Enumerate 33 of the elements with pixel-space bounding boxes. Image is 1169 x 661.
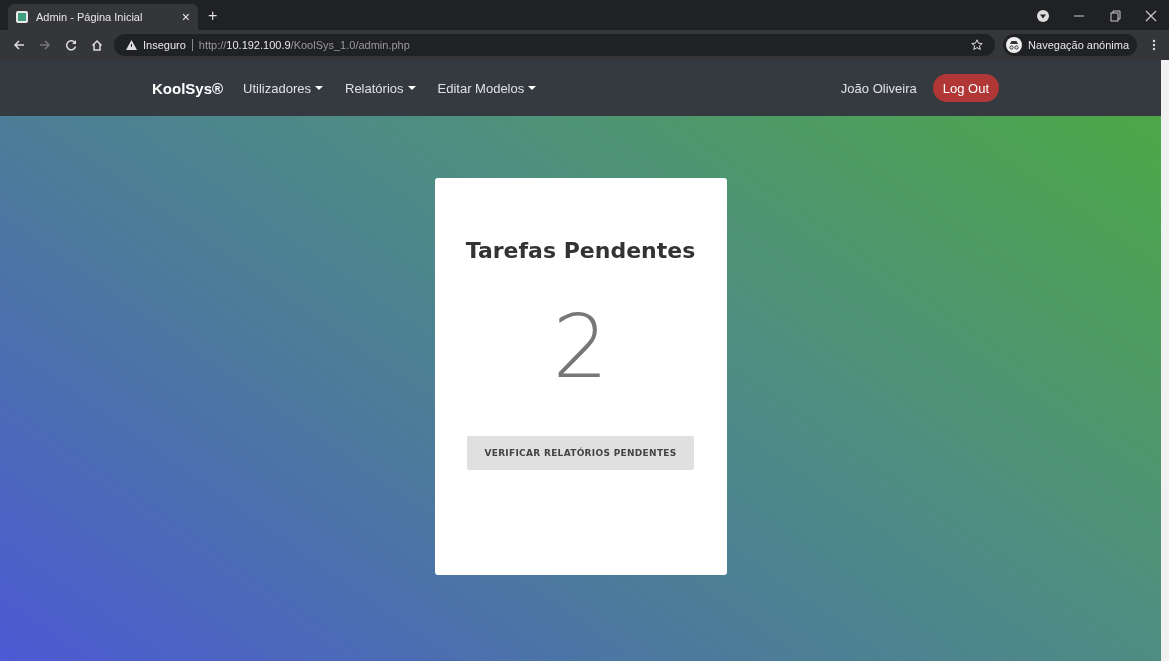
page-icon: [16, 11, 28, 23]
browser-tab[interactable]: Admin - Página Inicial ×: [8, 4, 198, 30]
logout-button[interactable]: Log Out: [932, 74, 999, 102]
close-icon[interactable]: [1145, 10, 1157, 22]
user-name[interactable]: João Oliveira: [840, 80, 917, 96]
brand-logo[interactable]: KoolSys®: [152, 79, 224, 97]
scrollbar[interactable]: [1161, 60, 1169, 661]
card-title: Tarefas Pendentes: [465, 238, 696, 263]
back-icon[interactable]: [13, 39, 25, 51]
pending-count: 2: [552, 303, 609, 391]
caret-icon: [528, 86, 537, 90]
caret-icon: [407, 86, 416, 90]
check-reports-button[interactable]: VERIFICAR RELATÓRIOS PENDENTES: [467, 436, 694, 470]
nav-menu[interactable]: Utilizadores: [243, 80, 323, 96]
forward-icon[interactable]: [39, 39, 51, 51]
incognito-icon: [1006, 37, 1023, 53]
reload-icon[interactable]: [65, 39, 77, 51]
star-icon[interactable]: [971, 39, 984, 51]
tab-title: Admin - Página Inicial: [36, 11, 144, 23]
address-bar[interactable]: Inseguro http://10.192.100.9/KoolSys_1.0/admin.php: [114, 34, 996, 56]
warning-icon: [126, 40, 137, 50]
close-tab-button[interactable]: ×: [181, 9, 190, 25]
menu-icon[interactable]: [1152, 39, 1156, 51]
restore-icon[interactable]: [1109, 10, 1121, 22]
new-tab-button[interactable]: +: [208, 7, 218, 25]
dropdown-icon[interactable]: [1037, 10, 1049, 22]
security-label: Inseguro: [143, 39, 186, 51]
profile-button[interactable]: Navegação anónima: [1003, 34, 1137, 56]
home-icon[interactable]: [91, 39, 103, 51]
caret-icon: [315, 86, 323, 90]
nav-menu[interactable]: Editar Modelos: [437, 80, 537, 96]
url-text: http://10.192.100.9/KoolSys_1.0/admin.php: [198, 39, 410, 51]
nav-menu[interactable]: Relatórios: [345, 80, 416, 96]
